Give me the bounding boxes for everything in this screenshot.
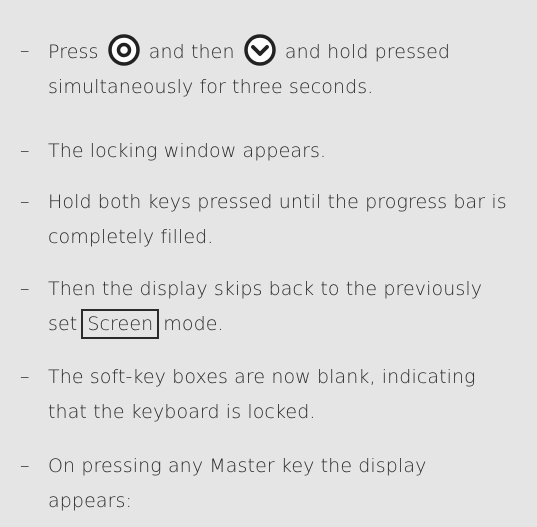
step-text-set: set <box>48 313 78 335</box>
step-text: The soft-key boxes are now blank, indica… <box>48 360 533 430</box>
step-text: The locking window appears. <box>48 140 327 162</box>
list-item: – The soft-key boxes are now blank, indi… <box>0 360 537 430</box>
list-dash: – <box>20 455 30 477</box>
list-item: – Press and then and hold pressed simult… <box>0 34 537 105</box>
list-dash: – <box>20 40 30 62</box>
list-item: – On pressing any Master key the display… <box>0 449 537 519</box>
list-dash: – <box>20 366 30 388</box>
step-text-line2: simultaneously for three seconds. <box>48 76 374 98</box>
step-text-and-then: and then <box>148 41 235 63</box>
step-text-press: Press <box>48 41 99 63</box>
step-text: Hold both keys pressed until the progres… <box>48 185 533 255</box>
step-text-line1: The soft-key boxes are now blank, indica… <box>48 366 476 388</box>
circle-down-key-icon <box>244 34 276 66</box>
screen-softkey-label: Screen <box>81 309 160 339</box>
step-text-line2: completely filled. <box>48 226 214 248</box>
circle-ok-key-icon <box>107 34 140 66</box>
list-dash: – <box>20 278 30 300</box>
list-dash: – <box>20 191 30 213</box>
step-text-mode: mode. <box>163 313 224 335</box>
step-text-line1: On pressing any Master key the display <box>48 455 427 477</box>
list-item: – Hold both keys pressed until the progr… <box>0 185 537 255</box>
list-item: – Then the display skips back to the pre… <box>0 272 537 342</box>
instruction-page: – Press and then and hold pressed simult… <box>0 0 537 527</box>
step-text-line2: appears: <box>48 490 133 512</box>
list-item: – The locking window appears. <box>0 134 537 169</box>
step-text: On pressing any Master key the display a… <box>48 449 533 519</box>
list-dash: – <box>20 140 30 162</box>
step-text-line1: Hold both keys pressed until the progres… <box>48 191 507 213</box>
step-text-line2: that the keyboard is locked. <box>48 401 316 423</box>
step-text-line1: Then the display skips back to the previ… <box>48 278 483 300</box>
step-text-hold: and hold pressed <box>284 41 451 63</box>
step-text: Press and then and hold pressed simultan… <box>48 34 533 105</box>
step-text: Then the display skips back to the previ… <box>48 272 533 342</box>
